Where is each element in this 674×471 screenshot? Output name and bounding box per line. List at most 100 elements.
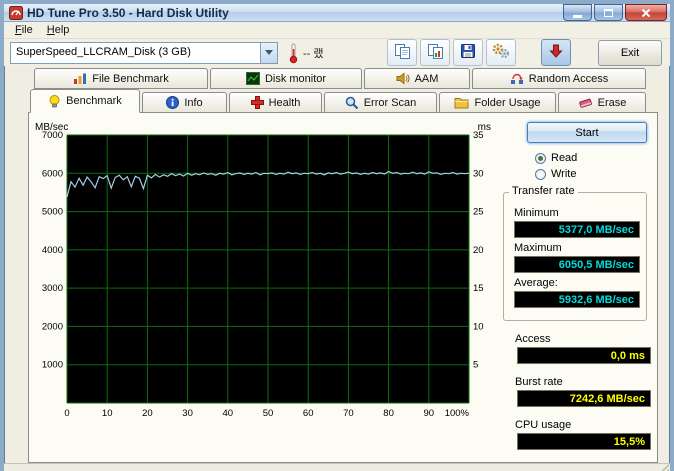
- tab-label: Health: [268, 96, 301, 109]
- down-arrow-button[interactable]: [541, 39, 571, 66]
- folder-icon: [454, 96, 469, 109]
- minimize-icon: [573, 14, 582, 18]
- average-value: 5932,6 MB/sec: [514, 291, 640, 308]
- benchmark-side-panel: Start Read Write Transfer rate Minimum 5…: [493, 119, 655, 460]
- svg-text:1000: 1000: [42, 360, 63, 371]
- access-label: Access: [515, 333, 551, 345]
- write-radio-label: Write: [551, 168, 577, 180]
- menu-bar: File Help: [4, 22, 670, 39]
- menu-help[interactable]: Help: [40, 22, 77, 38]
- maximize-button[interactable]: [594, 4, 623, 21]
- svg-text:90: 90: [424, 408, 435, 419]
- magnifier-icon: [345, 96, 359, 110]
- tab-label: Benchmark: [66, 95, 122, 107]
- gears-icon: [492, 43, 510, 62]
- file-benchmark-icon: [73, 72, 87, 85]
- burst-rate-label: Burst rate: [515, 376, 563, 388]
- tab-file-benchmark[interactable]: File Benchmark: [34, 68, 208, 89]
- svg-text:50: 50: [263, 408, 274, 419]
- svg-text:60: 60: [303, 408, 314, 419]
- down-arrow-icon: [549, 44, 563, 61]
- write-radio[interactable]: Write: [535, 166, 651, 182]
- svg-text:3000: 3000: [42, 283, 63, 294]
- tab-label: Info: [184, 96, 203, 109]
- thermometer-icon: [288, 42, 299, 64]
- svg-text:5000: 5000: [42, 207, 63, 218]
- temperature-value: -- 랬: [303, 47, 324, 60]
- read-radio[interactable]: Read: [535, 150, 651, 166]
- resize-grip[interactable]: [657, 464, 669, 471]
- tab-label: Random Access: [528, 72, 609, 85]
- minimize-button[interactable]: [563, 4, 592, 21]
- status-bar: [4, 463, 670, 471]
- toolbar: SuperSpeed_LLCRAM_Disk (3 GB) -- 랬 Exit: [4, 39, 670, 66]
- tab-folder-usage[interactable]: Folder Usage: [439, 92, 556, 113]
- chart-area: 1000 2000 3000 4000 5000 6000 7000 5 10 15 20 25 30 3…: [33, 119, 493, 460]
- access-value: 0,0 ms: [517, 347, 651, 364]
- start-button[interactable]: Start: [527, 122, 647, 143]
- svg-text:30: 30: [473, 168, 484, 179]
- svg-text:6000: 6000: [42, 168, 63, 179]
- tab-row-upper: File Benchmark Disk monitor AAM Random A…: [34, 68, 670, 89]
- tab-benchmark[interactable]: Benchmark: [30, 89, 140, 113]
- toolbar-buttons: [387, 39, 571, 66]
- tab-erase[interactable]: Erase: [558, 92, 646, 113]
- copy-image-icon: [427, 43, 444, 63]
- burst-rate-value: 7242,6 MB/sec: [517, 390, 651, 407]
- copy-image-button[interactable]: [420, 39, 450, 66]
- copy-button[interactable]: [387, 39, 417, 66]
- svg-text:5: 5: [473, 360, 478, 371]
- tab-label: Disk monitor: [264, 72, 327, 85]
- svg-text:100%: 100%: [445, 408, 470, 419]
- tab-health[interactable]: Health: [229, 92, 322, 113]
- close-button[interactable]: [625, 4, 667, 21]
- tab-aam[interactable]: AAM: [364, 68, 470, 89]
- tab-label: Erase: [597, 96, 627, 109]
- maximum-label: Maximum: [514, 242, 562, 254]
- minimum-value: 5377,0 MB/sec: [514, 221, 640, 238]
- svg-text:0: 0: [64, 408, 69, 419]
- benchmark-chart: 1000200030004000500060007000510152025303…: [35, 122, 491, 419]
- svg-text:30: 30: [182, 408, 193, 419]
- tab-label: Error Scan: [363, 96, 417, 109]
- benchmark-icon: [48, 94, 61, 108]
- random-access-icon: [510, 72, 524, 85]
- chevron-down-icon: [265, 50, 273, 55]
- menu-file[interactable]: File: [8, 22, 40, 38]
- tab-row-lower: Benchmark Info Health Error Scan Folder …: [30, 89, 670, 113]
- svg-text:10: 10: [473, 321, 484, 332]
- svg-text:20: 20: [473, 245, 484, 256]
- cpu-usage-label: CPU usage: [515, 419, 572, 431]
- drive-select-dropdown-button[interactable]: [260, 42, 277, 63]
- tab-random-access[interactable]: Random Access: [472, 68, 646, 89]
- minimum-label: Minimum: [514, 207, 559, 219]
- save-icon: [460, 43, 476, 62]
- svg-text:4000: 4000: [42, 245, 63, 256]
- radio-icon: [535, 152, 546, 164]
- svg-text:ms: ms: [478, 122, 491, 133]
- tab-disk-monitor[interactable]: Disk monitor: [210, 68, 362, 89]
- svg-text:10: 10: [102, 408, 113, 419]
- drive-select[interactable]: SuperSpeed_LLCRAM_Disk (3 GB): [10, 41, 278, 64]
- radio-icon: [535, 168, 546, 180]
- read-write-radios: Read Write: [535, 150, 651, 182]
- maximum-value: 6050,5 MB/sec: [514, 256, 640, 273]
- copy-icon: [394, 43, 411, 63]
- save-button[interactable]: [453, 39, 483, 66]
- options-button[interactable]: [486, 39, 516, 66]
- svg-text:80: 80: [383, 408, 394, 419]
- disk-monitor-icon: [245, 72, 260, 85]
- info-icon: [166, 96, 180, 109]
- close-icon: [641, 8, 651, 18]
- cpu-usage-value: 15,5%: [517, 433, 651, 450]
- average-label: Average:: [514, 277, 558, 289]
- svg-text:20: 20: [142, 408, 153, 419]
- svg-text:25: 25: [473, 207, 484, 218]
- tab-info[interactable]: Info: [142, 92, 227, 113]
- svg-text:70: 70: [343, 408, 354, 419]
- exit-button[interactable]: Exit: [598, 39, 662, 66]
- tab-error-scan[interactable]: Error Scan: [324, 92, 437, 113]
- tab-label: Folder Usage: [474, 96, 541, 109]
- maximize-icon: [604, 8, 613, 17]
- transfer-rate-group-label: Transfer rate: [509, 185, 578, 197]
